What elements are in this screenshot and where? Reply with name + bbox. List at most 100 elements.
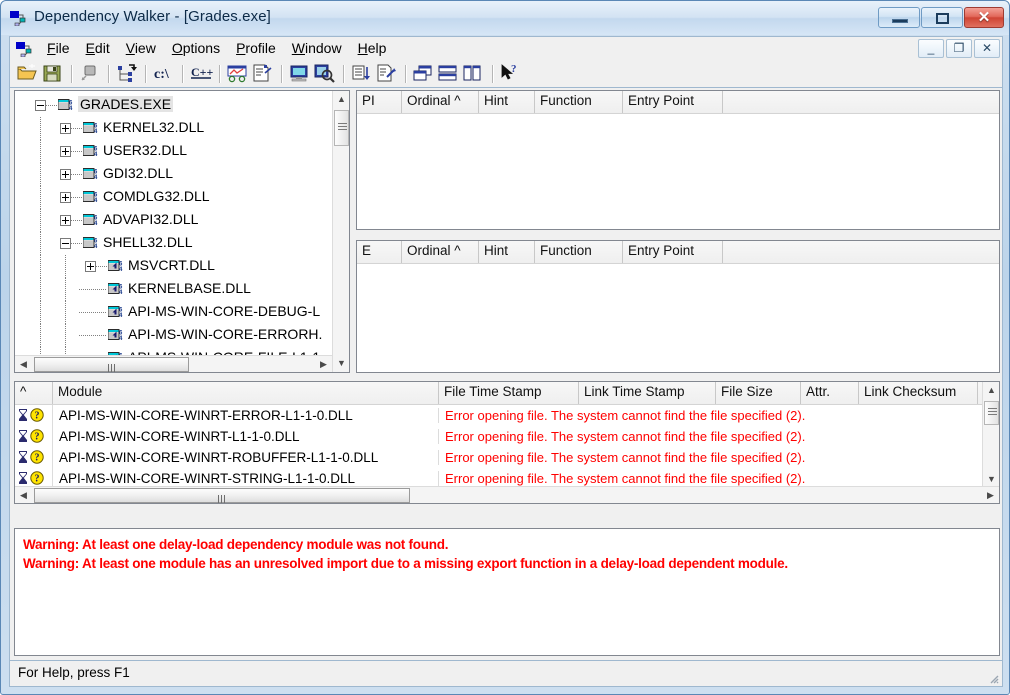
profile-icon[interactable] <box>226 63 250 85</box>
layout-cascade-icon[interactable] <box>412 63 436 85</box>
exports-column-ordinal[interactable]: Ordinal ^ <box>402 241 479 263</box>
mdi-document-icon[interactable] <box>16 41 34 58</box>
tree-scroll-up-button[interactable]: ▲ <box>333 91 349 108</box>
menu-window[interactable]: Window <box>284 38 350 58</box>
tree-node[interactable]: 6 4 GDI32.DLL <box>15 163 332 186</box>
module-column-headers[interactable]: ^ Module File Time Stamp Link Time Stamp Fil… <box>15 382 999 405</box>
exports-column-e[interactable]: E <box>357 241 402 263</box>
imports-column-function[interactable]: Function <box>535 91 623 113</box>
menu-profile[interactable]: Profile <box>228 38 284 58</box>
tree-node-label[interactable]: KERNEL32.DLL <box>103 119 204 135</box>
tree-node[interactable]: 6 4 COMDLG32.DLL <box>15 186 332 209</box>
layout-tile-h-icon[interactable] <box>437 63 461 85</box>
tree-expand-button[interactable] <box>60 192 71 203</box>
module-list-view[interactable]: ^ Module File Time Stamp Link Time Stamp Fil… <box>14 381 1000 504</box>
maximize-button[interactable] <box>921 7 963 28</box>
tree-node[interactable]: 6 4 GRADES.EXE <box>15 94 332 117</box>
tree-node[interactable]: 6 4 ADVAPI32.DLL <box>15 209 332 232</box>
module-table-row[interactable]: ? API-MS-WIN-CORE-WINRT-L1-1-0.DLL Error o… <box>15 426 999 447</box>
tree-hscroll-thumb[interactable] <box>34 357 189 372</box>
expand-tree-icon[interactable] <box>115 63 139 85</box>
mdi-close-button[interactable]: ✕ <box>974 39 1000 58</box>
system-info-icon[interactable] <box>288 63 312 85</box>
close-button[interactable]: ✕ <box>964 7 1004 28</box>
sort-list-icon[interactable] <box>350 63 374 85</box>
clear-log-icon[interactable] <box>375 63 399 85</box>
tree-scroll-left-button[interactable]: ◀ <box>15 356 32 372</box>
mdi-restore-button[interactable]: ❐ <box>946 39 972 58</box>
tree-node-label[interactable]: COMDLG32.DLL <box>103 188 210 204</box>
mdi-minimize-button[interactable]: _ <box>918 39 944 58</box>
tree-expand-button[interactable] <box>60 146 71 157</box>
layout-tile-v-icon[interactable] <box>462 63 486 85</box>
module-hscroll-thumb[interactable] <box>34 488 410 503</box>
minimize-button[interactable] <box>878 7 920 28</box>
module-column-link-checksum[interactable]: Link Checksum <box>859 382 978 404</box>
system-path-icon[interactable]: c:\ <box>152 63 176 85</box>
view-full-paths-icon[interactable] <box>78 63 102 85</box>
view-search-icon[interactable] <box>313 63 337 85</box>
module-table-row[interactable]: ? API-MS-WIN-CORE-WINRT-ERROR-L1-1-0.DLL E… <box>15 405 999 426</box>
imports-column-hint[interactable]: Hint <box>479 91 535 113</box>
exports-column-hint[interactable]: Hint <box>479 241 535 263</box>
module-horizontal-scrollbar[interactable]: ◀ ▶ <box>15 486 999 503</box>
menu-view[interactable]: View <box>118 38 164 58</box>
imports-column-entry-point[interactable]: Entry Point <box>623 91 723 113</box>
module-scroll-left-button[interactable]: ◀ <box>15 487 32 503</box>
exports-column-entry-point[interactable]: Entry Point <box>623 241 723 263</box>
tree-node[interactable]: 6 4 API-MS-WIN-CORE-DEBUG-L <box>15 301 332 324</box>
imports-list-view[interactable]: PI Ordinal ^ Hint Function Entry Point <box>356 90 1000 230</box>
tree-horizontal-scrollbar[interactable]: ◀ ▶ <box>15 355 332 372</box>
module-column-link-time-stamp[interactable]: Link Time Stamp <box>579 382 716 404</box>
tree-collapse-button[interactable] <box>60 238 71 249</box>
module-scroll-right-button[interactable]: ▶ <box>982 487 999 503</box>
tree-node[interactable]: 6 4 KERNEL32.DLL <box>15 117 332 140</box>
log-view[interactable]: Warning: At least one delay-load depende… <box>14 528 1000 656</box>
tree-node-label[interactable]: MSVCRT.DLL <box>128 257 215 273</box>
tree-scroll-down-button[interactable]: ▼ <box>333 355 349 372</box>
module-scroll-up-button[interactable]: ▲ <box>983 382 999 399</box>
tree-vertical-scrollbar[interactable]: ▲ ▼ <box>332 91 349 372</box>
resize-grip-icon[interactable] <box>987 672 999 684</box>
context-help-icon[interactable]: ? <box>499 63 523 85</box>
module-column-file-size[interactable]: File Size <box>716 382 801 404</box>
tree-expand-button[interactable] <box>85 261 96 272</box>
tree-node[interactable]: 64API-MS-WIN-CORE-FILE-L1-1 <box>15 347 332 355</box>
undecorate-c-icon[interactable]: C++ <box>189 63 214 85</box>
tree-collapse-button[interactable] <box>35 100 46 111</box>
tree-scroll-right-button[interactable]: ▶ <box>315 356 332 372</box>
imports-column-headers[interactable]: PI Ordinal ^ Hint Function Entry Point <box>357 91 999 114</box>
menu-file[interactable]: File <box>39 38 78 58</box>
exports-list-view[interactable]: E Ordinal ^ Hint Function Entry Point <box>356 240 1000 373</box>
menu-help[interactable]: Help <box>350 38 395 58</box>
tree-node[interactable]: 6 4 KERNELBASE.DLL <box>15 278 332 301</box>
module-vertical-scrollbar[interactable]: ▲ ▼ <box>982 382 999 488</box>
exports-column-function[interactable]: Function <box>535 241 623 263</box>
tree-node[interactable]: 6 4 SHELL32.DLL <box>15 232 332 255</box>
tree-node[interactable]: 6 4 USER32.DLL <box>15 140 332 163</box>
tree-node-label[interactable]: USER32.DLL <box>103 142 187 158</box>
module-column-attr[interactable]: Attr. <box>801 382 859 404</box>
menu-edit[interactable]: Edit <box>78 38 118 58</box>
tree-node-label[interactable]: KERNELBASE.DLL <box>128 280 251 296</box>
imports-column-pi[interactable]: PI <box>357 91 402 113</box>
open-icon[interactable] <box>16 63 40 85</box>
module-scroll-thumb[interactable] <box>984 401 999 425</box>
module-tree-view[interactable]: 6 4 GRADES.EXE 6 4 KERNEL32.DLL 6 4 USER32.DLL 6 4… <box>14 90 350 373</box>
tree-node[interactable]: 6 4 MSVCRT.DLL <box>15 255 332 278</box>
module-column-[interactable]: ^ <box>15 382 53 404</box>
save-icon[interactable] <box>41 63 65 85</box>
tree-node[interactable]: 6 4 API-MS-WIN-CORE-ERRORH. <box>15 324 332 347</box>
imports-column-ordinal[interactable]: Ordinal ^ <box>402 91 479 113</box>
tree-node-label[interactable]: API-MS-WIN-CORE-ERRORH. <box>128 326 322 342</box>
tree-scroll-thumb[interactable] <box>334 110 349 146</box>
tree-node-label[interactable]: GDI32.DLL <box>103 165 173 181</box>
tree-node-label[interactable]: ADVAPI32.DLL <box>103 211 198 227</box>
configure-icon[interactable] <box>251 63 275 85</box>
tree-node-label[interactable]: GRADES.EXE <box>78 96 174 112</box>
tree-expand-button[interactable] <box>60 215 71 226</box>
exports-column-headers[interactable]: E Ordinal ^ Hint Function Entry Point <box>357 241 999 264</box>
tree-expand-button[interactable] <box>60 169 71 180</box>
tree-node-label[interactable]: SHELL32.DLL <box>103 234 193 250</box>
module-column-file-time-stamp[interactable]: File Time Stamp <box>439 382 579 404</box>
